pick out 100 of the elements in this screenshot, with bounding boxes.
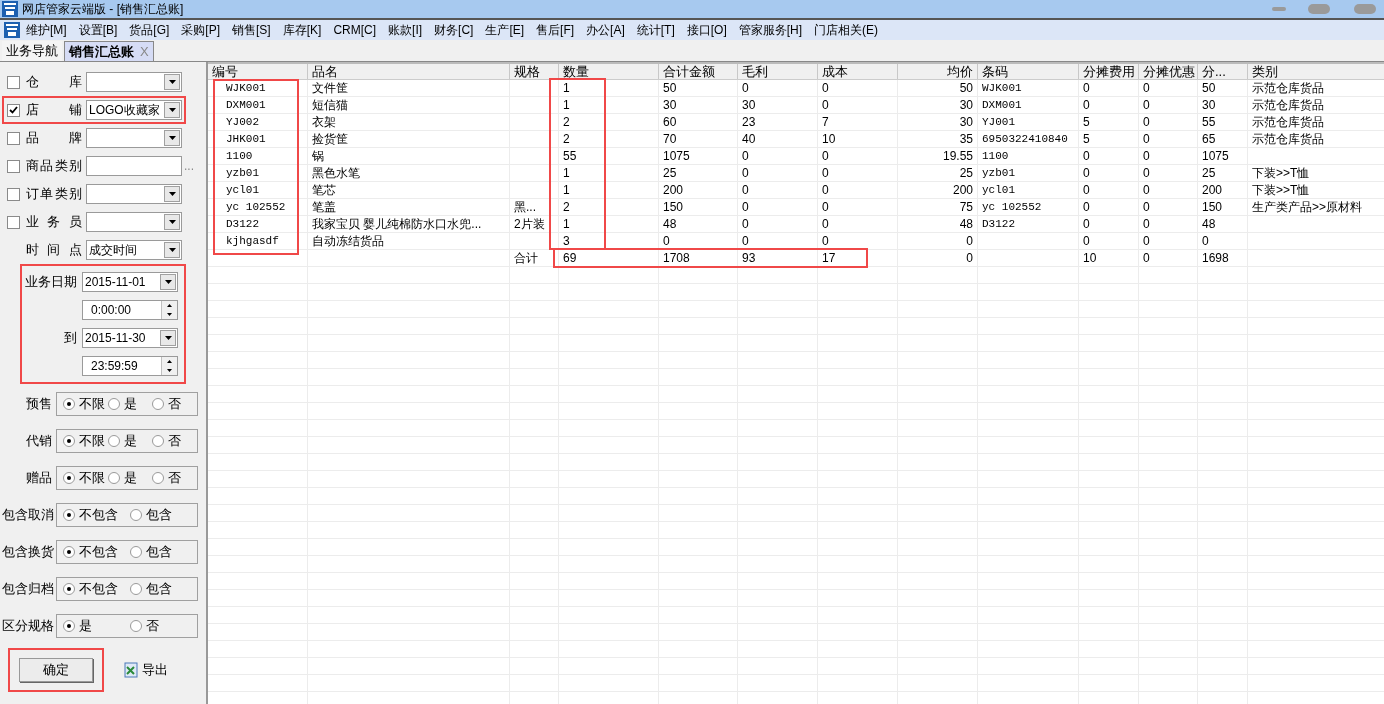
column-header[interactable]: 数量 [559, 64, 659, 79]
menu-item[interactable]: 接口[O] [680, 21, 733, 39]
radio-button[interactable] [130, 546, 142, 558]
dropdown-button[interactable] [164, 242, 180, 258]
menu-item[interactable]: 财务[C] [428, 21, 480, 39]
radio-button[interactable] [63, 472, 75, 484]
radio-button[interactable] [130, 509, 142, 521]
radio-button[interactable] [130, 583, 142, 595]
table-cell: 0 [822, 217, 829, 231]
radio-button[interactable] [63, 435, 75, 447]
radio-button[interactable] [63, 509, 75, 521]
column-header[interactable]: 品名 [308, 64, 510, 79]
dropdown-button[interactable] [164, 102, 180, 118]
radio-button[interactable] [63, 546, 75, 558]
radio-label: 是 [79, 617, 92, 636]
dropdown-button[interactable] [160, 274, 176, 290]
radio-group-label: 预售 [25, 395, 52, 414]
checkbox[interactable] [7, 187, 20, 201]
radio-button[interactable] [107, 435, 120, 447]
table-cell: 25 [959, 166, 973, 180]
radio-button[interactable] [152, 472, 165, 484]
column-header[interactable]: 规格 [510, 64, 559, 79]
dropdown-button[interactable] [164, 74, 180, 90]
date-field[interactable]: 2015-11-01 [82, 272, 178, 292]
radio-label: 是 [123, 432, 137, 451]
column-header[interactable]: 合计金额 [659, 64, 738, 79]
menu-item[interactable]: 售后[F] [530, 21, 581, 39]
menu-item[interactable]: 门店相关(E) [808, 21, 885, 39]
dropdown-field[interactable] [86, 212, 182, 232]
menu-item[interactable]: CRM[C] [327, 21, 383, 39]
checkbox[interactable] [7, 75, 20, 89]
checkbox[interactable] [7, 103, 20, 117]
tab[interactable]: 销售汇总账 X [64, 41, 154, 61]
table-cell: WJK001 [982, 82, 1022, 94]
table-cell: 0 [822, 183, 829, 197]
date-field[interactable]: 2015-11-30 [82, 328, 178, 348]
total-cell: 1708 [663, 251, 690, 265]
menu-item[interactable]: 货品[G] [123, 21, 176, 39]
radio-button[interactable] [107, 398, 120, 410]
spin-buttons[interactable] [161, 357, 177, 375]
column-header[interactable]: 类别 [1248, 64, 1384, 79]
caret-icon [168, 108, 176, 112]
table-cell: 0 [1202, 234, 1209, 248]
dropdown-button[interactable] [164, 130, 180, 146]
column-header[interactable]: 毛利 [738, 64, 818, 79]
column-header[interactable]: 分摊费用 [1079, 64, 1139, 79]
radio-button[interactable] [152, 435, 165, 447]
column-header[interactable]: 均价 [898, 64, 978, 79]
dropdown-field[interactable] [86, 72, 182, 92]
radio-button[interactable] [63, 583, 75, 595]
column-header[interactable]: 分摊优惠 [1139, 64, 1198, 79]
column-header[interactable]: 分... [1198, 64, 1248, 79]
spin-buttons[interactable] [161, 301, 177, 319]
table-cell: 0 [822, 166, 829, 180]
menu-item[interactable]: 管家服务[H] [732, 21, 809, 39]
menu-item[interactable]: 统计[T] [630, 21, 681, 39]
input-field[interactable] [86, 156, 182, 176]
column-header[interactable]: 编号 [208, 64, 308, 79]
menu-item[interactable]: 库存[K] [276, 21, 328, 39]
checkbox[interactable] [7, 131, 20, 145]
table-cell: 10 [822, 132, 836, 146]
checkbox[interactable] [7, 215, 20, 229]
table-cell: ycl01 [982, 184, 1015, 196]
dropdown-field[interactable] [86, 184, 182, 204]
table-cell: DXM001 [982, 99, 1022, 111]
export-button[interactable]: 导出 [124, 660, 168, 680]
table-cell: 150 [1202, 200, 1223, 214]
table-cell: 示范仓库货品 [1252, 98, 1324, 112]
menu-item[interactable]: 办公[A] [580, 21, 631, 39]
menu-item[interactable]: 维护[M] [20, 21, 73, 39]
radio-button[interactable] [107, 472, 120, 484]
dropdown-field[interactable]: 成交时间 [86, 240, 182, 260]
dropdown-button[interactable] [164, 214, 180, 230]
table-cell: 6950322410840 [982, 133, 1068, 145]
date-label: 到 [63, 329, 78, 348]
radio-button[interactable] [63, 398, 75, 410]
menu-item[interactable]: 销售[S] [226, 21, 277, 39]
dropdown-field[interactable]: LOGO收藏家 [86, 100, 182, 120]
menu-item[interactable]: 生产[E] [479, 21, 531, 39]
filter-label: 订单类别 [26, 185, 82, 204]
menu-item[interactable]: 账款[I] [382, 21, 429, 39]
radio-button[interactable] [63, 620, 75, 632]
tab[interactable]: 业务导航 [2, 41, 62, 61]
radio-button[interactable] [130, 620, 142, 632]
column-header[interactable]: 成本 [818, 64, 898, 79]
radio-group-label: 包含取消 [2, 506, 52, 525]
menu-item[interactable]: 设置[B] [72, 21, 124, 39]
confirm-button[interactable]: 确定 [19, 658, 93, 682]
dropdown-button[interactable] [160, 330, 176, 346]
radio-button[interactable] [152, 398, 165, 410]
dropdown-field[interactable] [86, 128, 182, 148]
table-cell: 50 [1202, 81, 1216, 95]
radio-label: 不包含 [79, 543, 118, 562]
time-field[interactable]: 0:00:00 [82, 300, 178, 320]
column-header[interactable]: 条码 [978, 64, 1079, 79]
time-field[interactable]: 23:59:59 [82, 356, 178, 376]
dropdown-button[interactable] [164, 186, 180, 202]
checkbox[interactable] [7, 159, 20, 173]
table-cell: 0 [966, 234, 973, 248]
menu-item[interactable]: 采购[P] [175, 21, 227, 39]
